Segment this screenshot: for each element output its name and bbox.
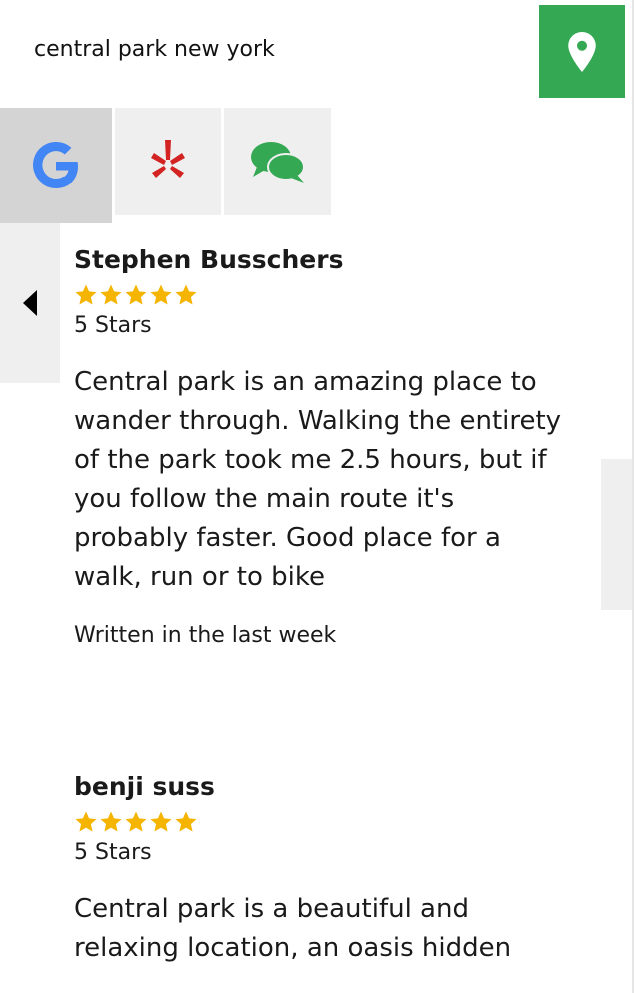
review-text: Central park is an amazing place to wand… bbox=[74, 367, 562, 592]
star-icon bbox=[150, 811, 172, 832]
caret-left-icon bbox=[23, 290, 37, 316]
review-text: Central park is a beautiful and relaxing… bbox=[74, 894, 512, 963]
chat-bubbles-icon bbox=[250, 141, 305, 183]
review-author: benji suss bbox=[74, 772, 215, 801]
panel-divider bbox=[632, 0, 634, 993]
star-icon bbox=[75, 811, 97, 832]
rating-label: 5 Stars bbox=[74, 840, 152, 865]
star-icon bbox=[125, 811, 147, 832]
tab-google[interactable] bbox=[0, 108, 112, 223]
star-icon bbox=[175, 284, 197, 305]
star-rating bbox=[74, 810, 594, 836]
google-g-icon bbox=[33, 141, 78, 188]
scroll-handle[interactable] bbox=[601, 459, 634, 610]
star-icon bbox=[75, 284, 97, 305]
review-card: Stephen Busschers 5 Stars Central park i… bbox=[74, 243, 594, 651]
review-author: Stephen Busschers bbox=[74, 245, 344, 274]
tab-yelp[interactable] bbox=[115, 108, 221, 215]
map-pin-icon bbox=[568, 31, 596, 72]
reviews-widget: central park new york Stephen Busschers … bbox=[0, 0, 635, 993]
star-icon bbox=[100, 811, 122, 832]
star-icon bbox=[125, 284, 147, 305]
star-icon bbox=[150, 284, 172, 305]
star-rating bbox=[74, 283, 594, 309]
previous-review-button[interactable] bbox=[0, 223, 60, 383]
review-date: Written in the last week bbox=[74, 623, 337, 648]
locate-button[interactable] bbox=[539, 5, 625, 98]
search-query[interactable]: central park new york bbox=[34, 33, 275, 67]
rating-label: 5 Stars bbox=[74, 313, 152, 338]
yelp-burst-icon bbox=[151, 139, 185, 178]
tab-chat[interactable] bbox=[224, 108, 331, 215]
review-card: benji suss 5 Stars Central park is a bea… bbox=[74, 770, 594, 968]
star-icon bbox=[175, 811, 197, 832]
star-icon bbox=[100, 284, 122, 305]
